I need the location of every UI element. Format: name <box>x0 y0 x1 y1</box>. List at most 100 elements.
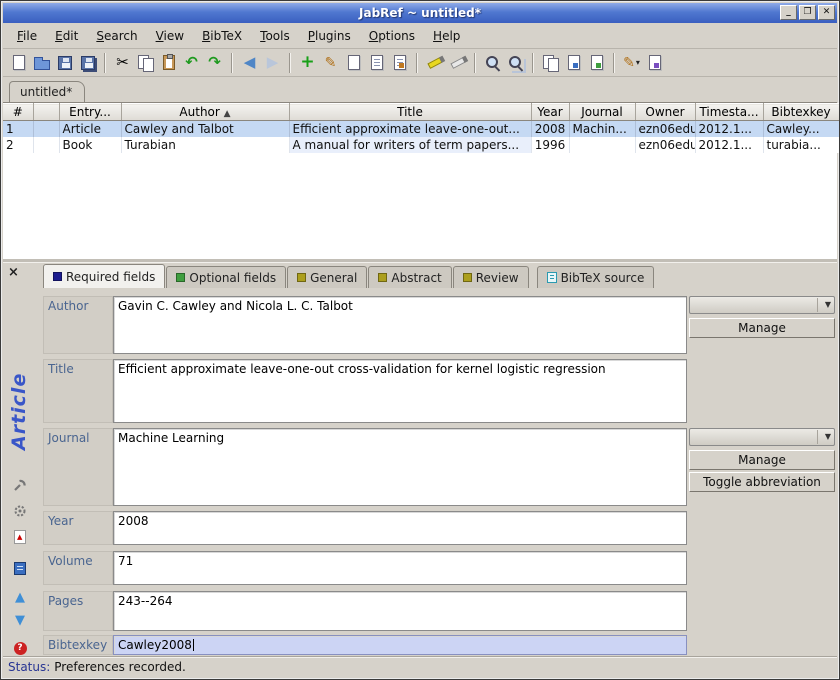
copy-key-icon[interactable] <box>539 51 562 75</box>
cell-number[interactable]: 2 <box>3 137 33 153</box>
new-entry-icon[interactable]: + <box>296 51 319 75</box>
push-to-application-icon[interactable]: ✎▾ <box>620 51 643 75</box>
cell-author[interactable]: Cawley and Talbot <box>121 121 289 137</box>
cell-timestamp[interactable]: 2012.1... <box>695 137 763 153</box>
copy-icon[interactable] <box>134 51 157 75</box>
open-database-icon[interactable] <box>30 51 53 75</box>
save-database-icon[interactable] <box>53 51 76 75</box>
author-names-dropdown[interactable] <box>689 296 835 314</box>
close-editor-icon[interactable]: × <box>8 265 19 280</box>
forward-icon[interactable]: ▶ <box>261 51 284 75</box>
minimize-button[interactable]: _ <box>780 5 797 20</box>
cell-entrytype[interactable]: Article <box>59 121 121 137</box>
col-header-bibtexkey[interactable]: Bibtexkey <box>763 104 839 121</box>
titlebar[interactable]: JabRef ~ untitled* _ ❐ ✕ <box>3 3 837 23</box>
cell-bibtexkey[interactable]: turabia... <box>763 137 839 153</box>
cell-journal[interactable]: Machin... <box>569 121 635 137</box>
paste-icon[interactable] <box>157 51 180 75</box>
cell-number[interactable]: 1 <box>3 121 33 137</box>
table-header-row: # Entry... Author ▲ Title Year Journal O… <box>3 104 839 121</box>
new-database-icon[interactable] <box>7 51 30 75</box>
menu-search[interactable]: Search <box>88 26 145 46</box>
next-entry-icon[interactable]: ▼ <box>11 611 29 629</box>
journal-dropdown[interactable] <box>689 428 835 446</box>
tab-review[interactable]: Review <box>453 266 529 288</box>
unmark-entries-icon[interactable] <box>446 51 469 75</box>
tab-bibtex-source[interactable]: BibTeX source <box>537 266 655 288</box>
cell-title[interactable]: A manual for writers of term papers... <box>289 137 531 153</box>
edit-strings-icon[interactable] <box>388 51 411 75</box>
title-field-input[interactable]: Efficient approximate leave-one-out cros… <box>113 359 687 423</box>
save-all-icon[interactable] <box>76 51 99 75</box>
author-field-input[interactable]: Gavin C. Cawley and Nicola L. C. Talbot <box>113 296 687 354</box>
cell-timestamp[interactable]: 2012.1... <box>695 121 763 137</box>
manage-journal-button[interactable]: Manage <box>689 450 835 470</box>
menu-view[interactable]: View <box>148 26 192 46</box>
table-row[interactable]: 2 Book Turabian A manual for writers of … <box>3 137 839 153</box>
cell-icon[interactable] <box>33 121 59 137</box>
cell-year[interactable]: 2008 <box>531 121 569 137</box>
volume-field-input[interactable]: 71 <box>113 551 687 585</box>
cell-owner[interactable]: ezn06edu <box>635 121 695 137</box>
edit-entry-icon[interactable]: ✎ <box>319 51 342 75</box>
menu-edit[interactable]: Edit <box>47 26 86 46</box>
cell-year[interactable]: 1996 <box>531 137 569 153</box>
menu-file[interactable]: File <box>9 26 45 46</box>
edit-preamble-icon[interactable] <box>365 51 388 75</box>
col-header-title[interactable]: Title <box>289 104 531 121</box>
generate-key-icon[interactable] <box>11 476 29 494</box>
mark-entries-icon[interactable] <box>423 51 446 75</box>
cell-journal[interactable] <box>569 137 635 153</box>
previous-entry-icon[interactable]: ▲ <box>11 588 29 606</box>
status-text: Preferences recorded. <box>54 660 186 674</box>
database-tab-untitled[interactable]: untitled* <box>9 81 85 102</box>
col-header-journal[interactable]: Journal <box>569 104 635 121</box>
year-field-input[interactable]: 2008 <box>113 511 687 545</box>
tab-required-fields[interactable]: Required fields <box>43 264 165 288</box>
menu-help[interactable]: Help <box>425 26 468 46</box>
search-icon[interactable] <box>481 51 504 75</box>
toggle-search-icon[interactable] <box>504 51 527 75</box>
tab-general[interactable]: General <box>287 266 367 288</box>
maximize-button[interactable]: ❐ <box>799 5 816 20</box>
manage-author-button[interactable]: Manage <box>689 318 835 338</box>
toggle-abbreviation-button[interactable]: Toggle abbreviation <box>689 472 835 492</box>
col-header-icon[interactable] <box>33 104 59 121</box>
undo-icon[interactable]: ↶ <box>180 51 203 75</box>
cell-bibtexkey[interactable]: Cawley... <box>763 121 839 137</box>
col-header-timestamp[interactable]: Timesta... <box>695 104 763 121</box>
open-pdf-icon[interactable] <box>11 528 29 546</box>
import-plain-text-icon[interactable] <box>342 51 365 75</box>
cell-title[interactable]: Efficient approximate leave-one-out... <box>289 121 531 137</box>
journal-field-input[interactable]: Machine Learning <box>113 428 687 506</box>
col-header-year[interactable]: Year <box>531 104 569 121</box>
cell-entrytype[interactable]: Book <box>59 137 121 153</box>
table-row[interactable]: 1 Article Cawley and Talbot Efficient ap… <box>3 121 839 137</box>
open-file-icon[interactable] <box>643 51 666 75</box>
cell-author[interactable]: Turabian <box>121 137 289 153</box>
tab-label: General <box>310 271 357 285</box>
tab-abstract[interactable]: Abstract <box>368 266 451 288</box>
menu-options[interactable]: Options <box>361 26 423 46</box>
tab-optional-fields[interactable]: Optional fields <box>166 266 286 288</box>
menu-plugins[interactable]: Plugins <box>300 26 359 46</box>
back-icon[interactable]: ◀ <box>238 51 261 75</box>
bibtexkey-field-input[interactable]: Cawley2008 <box>113 635 687 655</box>
help-icon[interactable]: ? <box>11 639 29 657</box>
menu-bibtex[interactable]: BibTeX <box>194 26 250 46</box>
cut-icon[interactable]: ✂ <box>111 51 134 75</box>
menu-tools[interactable]: Tools <box>252 26 298 46</box>
settings-gear-icon[interactable] <box>11 502 29 520</box>
open-url-icon[interactable] <box>11 559 29 577</box>
col-header-owner[interactable]: Owner <box>635 104 695 121</box>
pages-field-input[interactable]: 243--264 <box>113 591 687 631</box>
col-header-entrytype[interactable]: Entry... <box>59 104 121 121</box>
copy-cite-icon[interactable] <box>562 51 585 75</box>
close-button[interactable]: ✕ <box>818 5 835 20</box>
copy-bibtex-icon[interactable] <box>585 51 608 75</box>
cell-owner[interactable]: ezn06edu <box>635 137 695 153</box>
redo-icon[interactable]: ↷ <box>203 51 226 75</box>
col-header-number[interactable]: # <box>3 104 33 121</box>
cell-icon[interactable] <box>33 137 59 153</box>
col-header-author[interactable]: Author ▲ <box>121 104 289 121</box>
